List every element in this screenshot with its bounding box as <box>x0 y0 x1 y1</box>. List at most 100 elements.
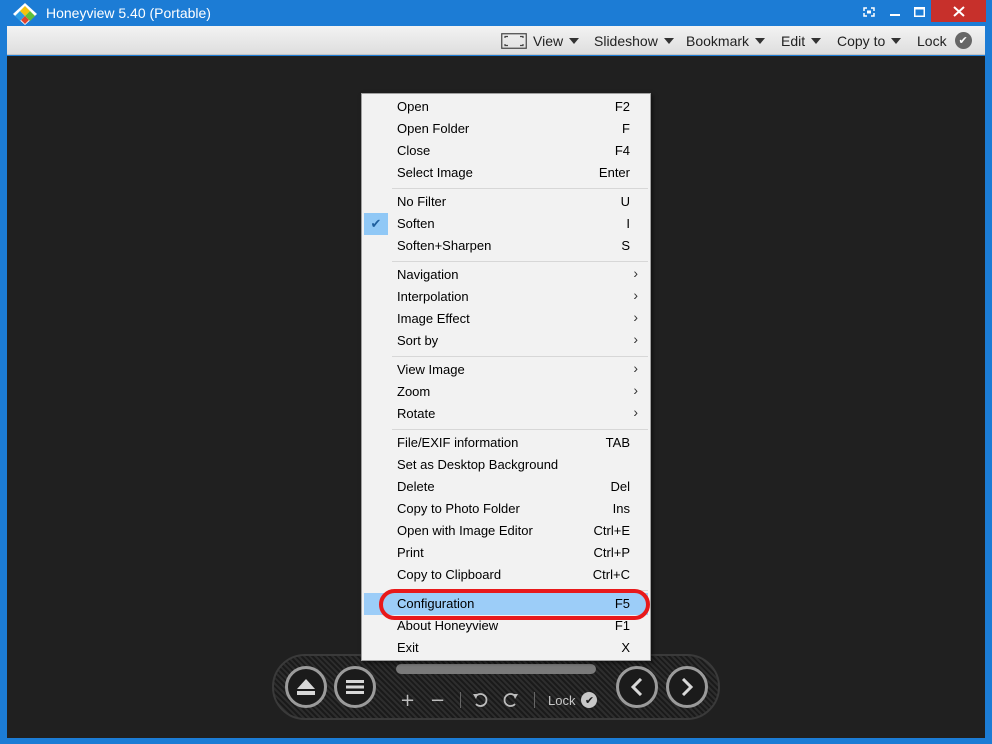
menu-item-label: Interpolation <box>397 289 469 304</box>
menu-item-shortcut: I <box>626 216 630 231</box>
menu-item-shortcut: F4 <box>614 143 630 158</box>
menu-item-label: About Honeyview <box>397 618 499 633</box>
menu-item-label: Copy to Photo Folder <box>397 501 520 516</box>
menu-item-shortcut: F1 <box>614 618 630 633</box>
menu-item-label: Print <box>397 545 424 560</box>
menu-item-label: Rotate <box>397 406 436 421</box>
minimize-icon <box>890 14 900 16</box>
menu-item-sort-by[interactable]: Sort by › <box>364 330 648 352</box>
menu-item-shortcut: TAB <box>605 435 630 450</box>
fullscreen-icon <box>863 7 875 17</box>
context-menu: Open F2 Open Folder F Close F4 Select Image… <box>361 93 651 661</box>
menu-item-soften[interactable]: ✔ Soften I <box>364 213 648 235</box>
menu-item-interpolation[interactable]: Interpolation › <box>364 286 648 308</box>
app-diamond-icon <box>13 3 37 25</box>
menu-separator <box>392 261 648 262</box>
menu-item-shortcut: X <box>621 640 630 655</box>
menu-item-navigation[interactable]: Navigation › <box>364 264 648 286</box>
chevron-right-icon: › <box>633 404 638 420</box>
menu-item-label: Open with Image Editor <box>397 523 533 538</box>
menu-item-label: Close <box>397 143 431 158</box>
previous-image-button[interactable] <box>616 666 658 708</box>
chevron-down-icon <box>811 37 822 44</box>
edit-menu[interactable]: Edit <box>781 26 822 55</box>
menu-item-print[interactable]: Print Ctrl+P <box>364 542 648 564</box>
zoom-in-button[interactable]: + <box>400 690 415 711</box>
menu-item-open-folder[interactable]: Open Folder F <box>364 118 648 140</box>
minimize-button[interactable] <box>882 0 908 24</box>
zoom-out-button[interactable]: − <box>430 690 445 711</box>
lock-button[interactable]: Lock ✔ <box>917 26 972 55</box>
view-menu[interactable]: View <box>533 26 580 55</box>
menu-item-close[interactable]: Close F4 <box>364 140 648 162</box>
close-icon <box>952 5 965 17</box>
chevron-down-icon <box>569 37 580 44</box>
rotate-left-button[interactable] <box>472 692 488 713</box>
bookmark-menu[interactable]: Bookmark <box>686 26 766 55</box>
title-bar: Honeyview 5.40 (Portable) <box>0 0 992 26</box>
controlbar-lock-button[interactable]: Lock ✔ <box>548 692 598 708</box>
menu-item-zoom[interactable]: Zoom › <box>364 381 648 403</box>
menu-item-soften-sharpen[interactable]: Soften+Sharpen S <box>364 235 648 257</box>
menu-item-exit[interactable]: Exit X <box>364 637 648 659</box>
menu-item-open[interactable]: Open F2 <box>364 96 648 118</box>
menu-item-image-effect[interactable]: Image Effect › <box>364 308 648 330</box>
menu-item-copy-to-clipboard[interactable]: Copy to Clipboard Ctrl+C <box>364 564 648 586</box>
divider <box>534 692 535 708</box>
edit-menu-label: Edit <box>781 32 806 49</box>
fit-view-button[interactable] <box>501 26 527 55</box>
menu-item-label: Set as Desktop Background <box>397 457 559 472</box>
rotate-right-button[interactable] <box>503 692 519 713</box>
menu-item-label: No Filter <box>397 194 447 209</box>
app-window: Honeyview 5.40 (Portable) View Slideshow… <box>0 0 992 744</box>
eject-button[interactable] <box>285 666 327 708</box>
chevron-down-icon <box>755 37 766 44</box>
view-menu-label: View <box>533 32 564 49</box>
menu-item-shortcut: U <box>620 194 630 209</box>
menu-item-copy-to-photo-folder[interactable]: Copy to Photo Folder Ins <box>364 498 648 520</box>
menu-item-rotate[interactable]: Rotate › <box>364 403 648 425</box>
menu-item-select-image[interactable]: Select Image Enter <box>364 162 648 184</box>
lock-label: Lock <box>917 32 947 49</box>
menu-separator <box>392 429 648 430</box>
menu-item-label: Sort by <box>397 333 439 348</box>
menu-item-label: Delete <box>397 479 435 494</box>
chevron-right-icon: › <box>633 265 638 281</box>
menu-item-label: Soften+Sharpen <box>397 238 492 253</box>
chevron-down-icon <box>891 37 902 44</box>
menu-item-file-exif-information[interactable]: File/EXIF information TAB <box>364 432 648 454</box>
next-icon <box>681 678 694 696</box>
menu-item-open-with-image-editor[interactable]: Open with Image Editor Ctrl+E <box>364 520 648 542</box>
maximize-button[interactable] <box>908 0 930 24</box>
menu-separator <box>392 356 648 357</box>
menu-button[interactable] <box>334 666 376 708</box>
menu-item-set-as-desktop-background[interactable]: Set as Desktop Background <box>364 454 648 476</box>
rotate-left-icon <box>473 693 488 707</box>
chevron-down-icon <box>663 37 674 44</box>
menu-item-no-filter[interactable]: No Filter U <box>364 191 648 213</box>
eject-icon <box>297 679 315 695</box>
menu-item-label: Open <box>397 99 429 114</box>
menu-item-label: View Image <box>397 362 465 377</box>
chevron-right-icon: › <box>633 331 638 347</box>
fit-to-window-icon <box>501 32 527 49</box>
slideshow-menu[interactable]: Slideshow <box>594 26 674 55</box>
menu-item-view-image[interactable]: View Image › <box>364 359 648 381</box>
menu-icon <box>346 680 364 694</box>
copy-to-menu[interactable]: Copy to <box>837 26 902 55</box>
image-slider[interactable] <box>396 664 596 674</box>
check-circle-icon: ✔ <box>954 32 972 49</box>
next-image-button[interactable] <box>666 666 708 708</box>
fullscreen-button[interactable] <box>856 0 882 24</box>
slideshow-menu-label: Slideshow <box>594 32 658 49</box>
menu-item-label: Navigation <box>397 267 459 282</box>
rotate-right-icon <box>503 693 518 707</box>
controlbar-lock-label: Lock <box>548 692 576 708</box>
menu-item-shortcut: Del <box>610 479 630 494</box>
menu-item-delete[interactable]: Delete Del <box>364 476 648 498</box>
close-button[interactable] <box>931 0 986 22</box>
menu-item-label: Select Image <box>397 165 473 180</box>
maximize-icon <box>913 7 925 17</box>
menu-item-label: Open Folder <box>397 121 470 136</box>
chevron-right-icon: › <box>633 309 638 325</box>
